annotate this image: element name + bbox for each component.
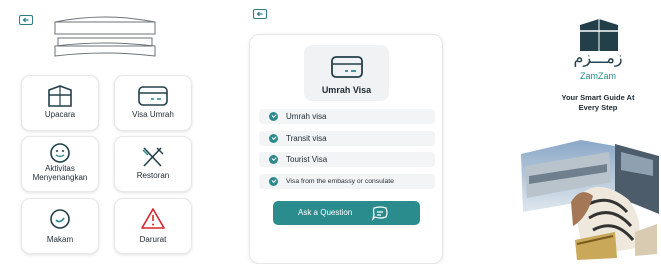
- logo-latin: ZamZam: [580, 71, 616, 81]
- tile-label: Visa Umrah: [132, 110, 174, 119]
- warning-icon: [141, 208, 165, 229]
- tile-restoran[interactable]: Restoran: [114, 136, 192, 192]
- tile-darurat[interactable]: Darurat: [114, 198, 192, 254]
- check-icon: [269, 112, 278, 121]
- tile-label: Aktivitas Menyenangkan: [32, 164, 88, 182]
- tile-label: Makam: [46, 235, 74, 244]
- logo-arabic: زمـــزم: [573, 50, 623, 67]
- chat-icon: [372, 206, 388, 221]
- card-icon: [138, 86, 168, 106]
- visa-option[interactable]: Umrah visa: [259, 109, 435, 124]
- ask-question-button[interactable]: Ask a Question: [273, 201, 420, 225]
- utensils-icon: [142, 147, 164, 167]
- tile-makam[interactable]: Makam: [21, 198, 99, 254]
- visa-option[interactable]: Visa from the embassy or consulate: [259, 174, 435, 189]
- back-button[interactable]: [19, 15, 33, 25]
- check-icon: [269, 155, 278, 164]
- back-button[interactable]: [253, 9, 267, 19]
- arrow-left-icon: [22, 17, 29, 23]
- smile-icon: [50, 143, 70, 163]
- page-title: Umrah Visa: [321, 85, 372, 95]
- check-icon: [269, 134, 278, 143]
- grave-icon: [50, 209, 70, 229]
- check-icon: [269, 177, 278, 186]
- visa-option-label: Tourist Visa: [286, 155, 328, 164]
- visa-option-label: Umrah visa: [286, 112, 327, 121]
- tile-visa-umrah[interactable]: Visa Umrah: [114, 75, 192, 131]
- tile-upacara[interactable]: Upacara: [21, 75, 99, 131]
- visa-option-label: Visa from the embassy or consulate: [286, 178, 394, 185]
- ask-question-label: Ask a Question: [298, 208, 353, 217]
- tagline: Your Smart Guide At Every Step: [561, 93, 635, 112]
- visa-option[interactable]: Tourist Visa: [259, 152, 435, 167]
- tile-label: Darurat: [139, 235, 167, 244]
- card-icon: [331, 56, 363, 78]
- kaaba-icon: [48, 85, 72, 107]
- tile-label: Restoran: [136, 171, 170, 180]
- mecca-collage-image: [521, 140, 659, 260]
- arrow-left-icon: [256, 11, 263, 17]
- tile-label: Upacara: [44, 110, 76, 119]
- visa-option[interactable]: Transit visa: [259, 131, 435, 146]
- kaaba-outline-illustration: [54, 16, 156, 57]
- visa-option-label: Transit visa: [286, 134, 327, 143]
- zamzam-logo-icon: [580, 19, 618, 51]
- tile-aktivitas[interactable]: Aktivitas Menyenangkan: [21, 136, 99, 192]
